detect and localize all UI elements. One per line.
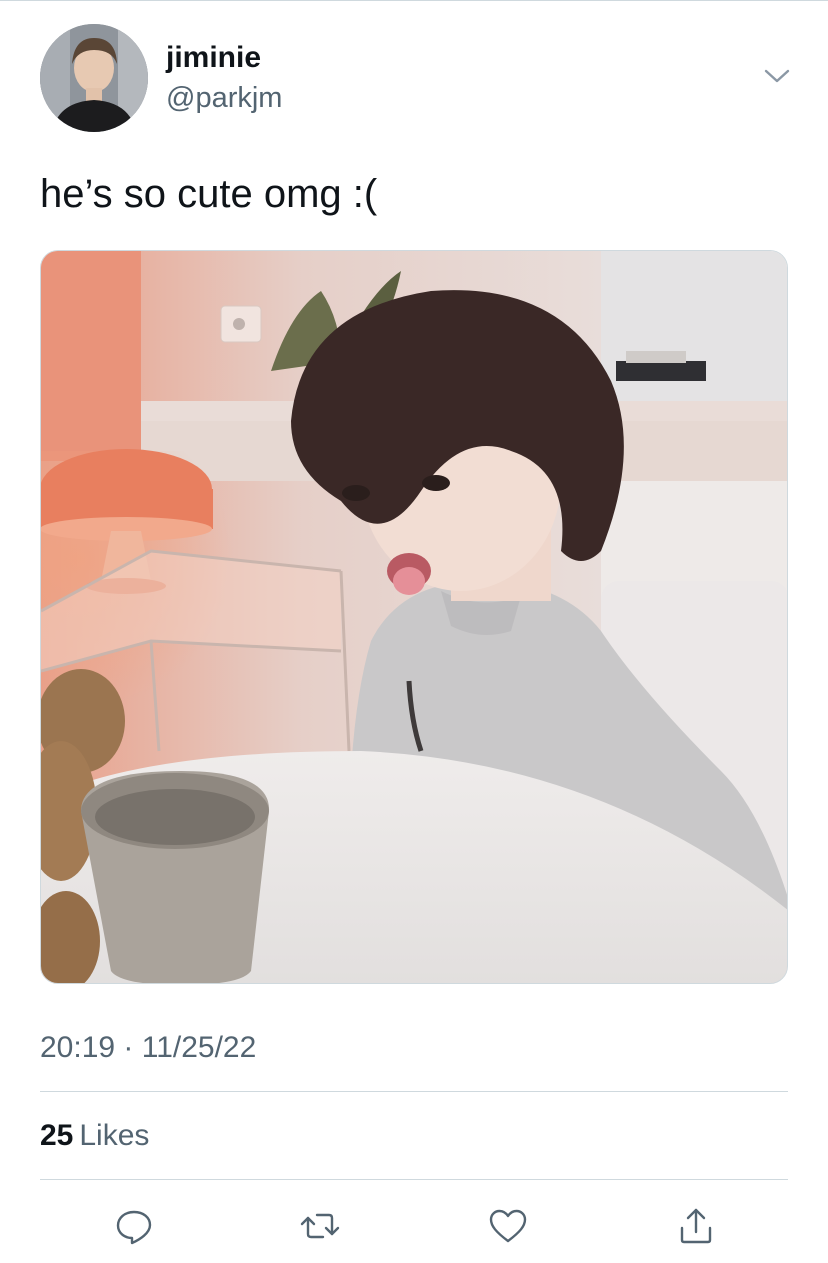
heart-icon [489, 1209, 527, 1243]
author-names: jiminie @parkjm [166, 40, 282, 116]
like-button[interactable] [486, 1204, 530, 1248]
tweet-header: jiminie @parkjm [40, 24, 790, 134]
avatar[interactable] [40, 24, 148, 132]
divider-top [40, 1091, 788, 1092]
action-bar [0, 1196, 828, 1252]
tweet-timestamp[interactable]: 20:19 · 11/25/22 [40, 1028, 256, 1068]
likes-label: Likes [79, 1119, 150, 1152]
reply-icon [116, 1210, 152, 1245]
photo-illustration [41, 251, 787, 983]
chevron-down-icon [764, 69, 790, 83]
likes-row[interactable]: 25 Likes [40, 1116, 149, 1156]
top-divider [0, 0, 828, 1]
divider-bottom [40, 1179, 788, 1180]
avatar-image [40, 24, 148, 132]
likes-count: 25 [40, 1119, 74, 1152]
share-icon [680, 1208, 712, 1244]
retweet-button[interactable] [298, 1204, 342, 1248]
user-handle[interactable]: @parkjm [166, 80, 282, 116]
share-button[interactable] [674, 1204, 718, 1248]
tweet-photo[interactable] [40, 250, 788, 984]
reply-button[interactable] [112, 1204, 156, 1248]
more-options-button[interactable] [760, 64, 794, 88]
tweet-text: he’s so cute omg :( [40, 172, 378, 216]
display-name[interactable]: jiminie [166, 40, 282, 76]
retweet-icon [300, 1213, 340, 1239]
